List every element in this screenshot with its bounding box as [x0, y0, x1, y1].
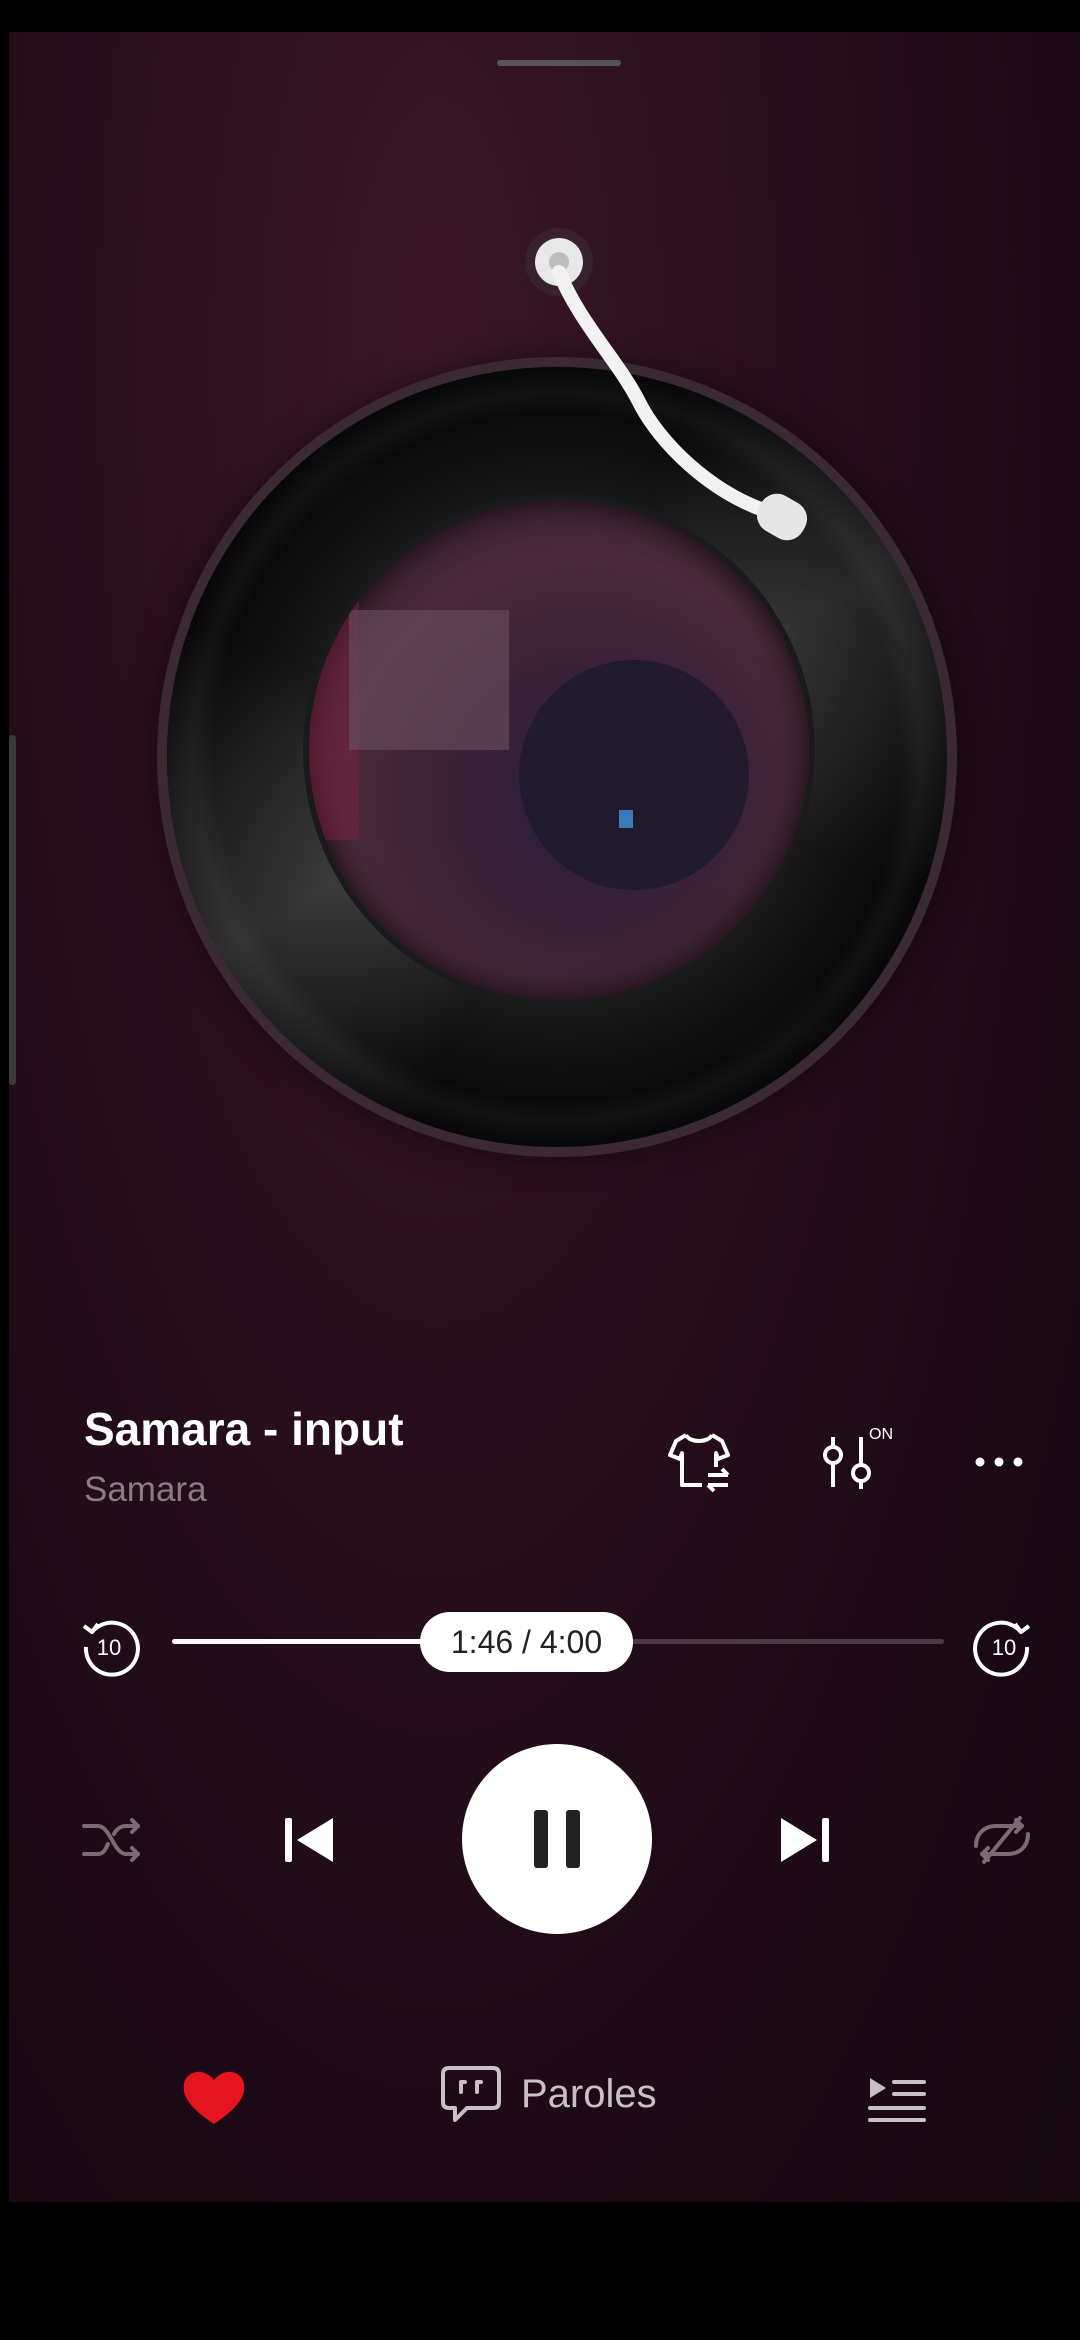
- track-artist[interactable]: Samara: [84, 1470, 207, 1510]
- forward-10-icon: 10: [973, 1620, 1031, 1677]
- scroll-indicator: [9, 735, 16, 1085]
- next-button[interactable]: [767, 1802, 842, 1877]
- forward-seconds: 10: [992, 1635, 1016, 1660]
- player-screen: Samara - input Samara ON 10 1:46 / 4:00 …: [9, 32, 1080, 2202]
- rewind-seconds: 10: [97, 1635, 121, 1660]
- queue-icon: [867, 2077, 926, 2122]
- lyrics-button[interactable]: Paroles: [439, 2064, 657, 2124]
- equalizer-icon: ON: [823, 1426, 893, 1489]
- eq-state: ON: [869, 1426, 893, 1443]
- forward-10-button[interactable]: 10: [969, 1612, 1039, 1682]
- lyrics-label: Paroles: [521, 2071, 657, 2116]
- lyrics-chat-icon: [441, 2066, 501, 2122]
- equalizer-button[interactable]: ON: [809, 1417, 899, 1507]
- like-button[interactable]: [174, 2057, 254, 2137]
- pause-icon: [534, 1810, 580, 1868]
- repeat-off-icon: [973, 1815, 1030, 1864]
- shuffle-icon: [81, 1817, 140, 1862]
- album-cover-label: [309, 500, 809, 1000]
- tshirt-swap-icon: [668, 1433, 730, 1493]
- queue-button[interactable]: [859, 2062, 934, 2137]
- skip-previous-icon: [284, 1817, 333, 1862]
- replay-10-icon: 10: [82, 1620, 140, 1677]
- more-horizontal-icon: [975, 1457, 1023, 1467]
- rewind-10-button[interactable]: 10: [74, 1612, 144, 1682]
- previous-button[interactable]: [271, 1802, 346, 1877]
- more-options-button[interactable]: [964, 1432, 1034, 1492]
- heart-icon: [183, 2071, 245, 2124]
- skip-next-icon: [780, 1817, 829, 1862]
- tonearm: [525, 228, 808, 541]
- seek-thumb-time[interactable]: 1:46 / 4:00: [420, 1612, 633, 1672]
- drag-handle[interactable]: [497, 60, 621, 66]
- shuffle-button[interactable]: [74, 1802, 149, 1877]
- theme-swap-button[interactable]: [659, 1422, 739, 1502]
- pause-button[interactable]: [462, 1744, 652, 1934]
- repeat-button[interactable]: [964, 1802, 1039, 1877]
- track-title: Samara - input: [84, 1403, 404, 1455]
